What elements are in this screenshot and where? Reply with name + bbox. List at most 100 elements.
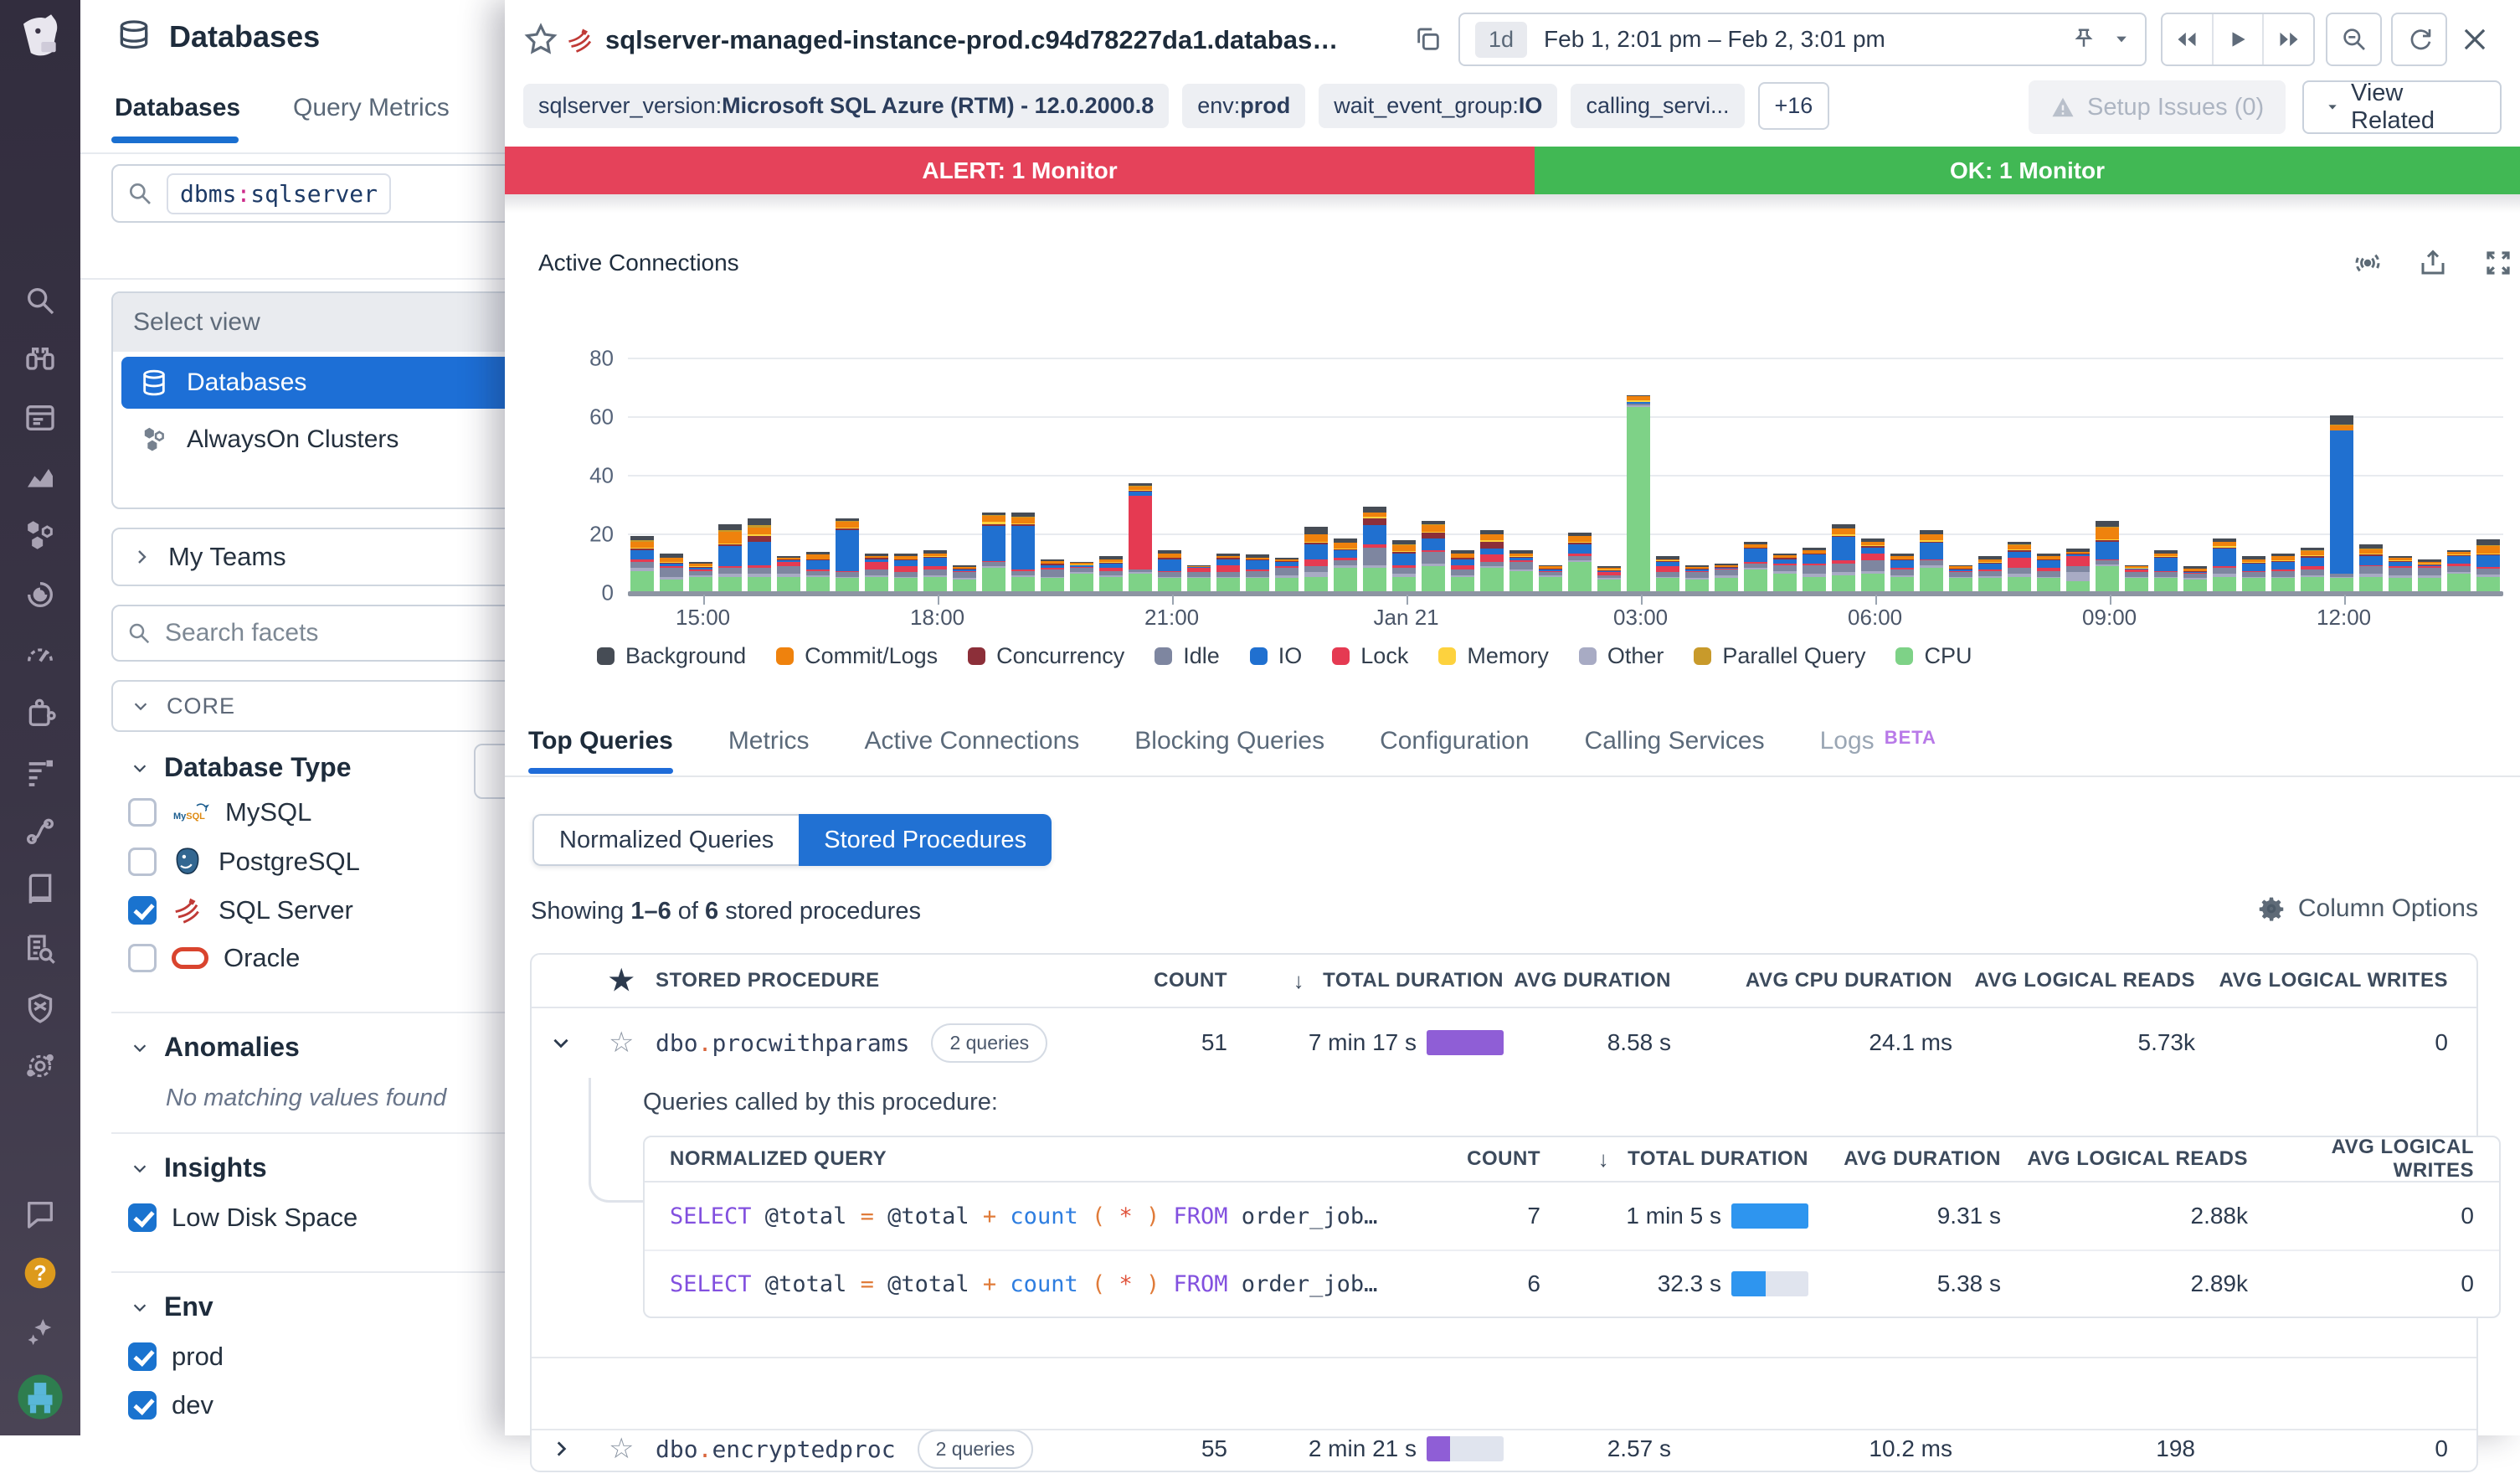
close-panel-icon[interactable]	[2459, 23, 2491, 55]
tags-more-chip[interactable]: +16	[1758, 82, 1830, 130]
tab-active-connections[interactable]: Active Connections	[864, 727, 1079, 774]
tag-chip[interactable]: wait_event_group:IO	[1319, 84, 1557, 128]
zoom-out-button[interactable]	[2326, 13, 2382, 66]
search-icon[interactable]	[23, 284, 57, 317]
time-back-button[interactable]	[2163, 14, 2214, 64]
table-row[interactable]: ☆ dbo.encryptedproc 2 queries 55 2 min 2…	[532, 1414, 2476, 1484]
legend-item-parallel-query[interactable]: Parallel Query	[1694, 643, 1865, 669]
user-avatar[interactable]	[16, 1373, 64, 1421]
caret-down-icon[interactable]	[2113, 31, 2130, 48]
pipelines-icon[interactable]	[23, 755, 57, 789]
tab-query-metrics[interactable]: Query Metrics	[293, 94, 450, 122]
normalized-query-text[interactable]: SELECT @total = @total + count ( * ) FRO…	[645, 1271, 1423, 1297]
legend-item-background[interactable]: Background	[597, 643, 746, 669]
tab-databases[interactable]: Databases	[115, 94, 240, 122]
facet-option-postgresql[interactable]: PostgreSQL	[128, 846, 360, 878]
gauge-icon[interactable]	[23, 637, 57, 671]
checkbox[interactable]	[128, 848, 157, 876]
checkbox-checked[interactable]	[128, 896, 157, 925]
col-avg-logical-writes[interactable]: AVG LOGICAL WRITES	[2248, 1136, 2499, 1183]
facet-database-type[interactable]: Database Type	[131, 752, 352, 783]
view-related-button[interactable]: View Related	[2302, 80, 2502, 134]
normalized-query-text[interactable]: SELECT @total = @total + count ( * ) FRO…	[645, 1203, 1423, 1229]
panel-title[interactable]: sqlserver-managed-instance-prod.c94d7822…	[605, 25, 1338, 55]
notebooks-icon[interactable]	[23, 873, 57, 906]
col-avg-logical-reads[interactable]: AVG LOGICAL READS	[2001, 1147, 2248, 1171]
time-preset-badge[interactable]: 1d	[1475, 22, 1527, 58]
query-row[interactable]: SELECT @total = @total + count ( * ) FRO…	[645, 1183, 2499, 1250]
time-play-button[interactable]	[2214, 14, 2265, 64]
facet-env[interactable]: Env	[131, 1291, 213, 1322]
legend-item-commit-logs[interactable]: Commit/Logs	[776, 643, 938, 669]
related-data-icon[interactable]	[2353, 248, 2383, 278]
refresh-button[interactable]	[2391, 13, 2447, 66]
facet-insights[interactable]: Insights	[131, 1152, 267, 1183]
help-icon[interactable]: ?	[22, 1255, 59, 1291]
synthetics-icon[interactable]	[23, 1049, 57, 1083]
monitor-ok-bar[interactable]: OK: 1 Monitor	[1535, 147, 2520, 194]
ai-sparkles-icon[interactable]	[23, 1315, 57, 1348]
col-avg-duration[interactable]: AVG DURATION	[1808, 1147, 2001, 1171]
metrics-icon[interactable]	[23, 461, 57, 494]
copy-icon[interactable]	[1414, 25, 1443, 54]
tab-metrics[interactable]: Metrics	[728, 727, 810, 774]
query-row[interactable]: SELECT @total = @total + count ( * ) FRO…	[645, 1250, 2499, 1317]
facet-option-low-disk-space[interactable]: Low Disk Space	[128, 1203, 357, 1233]
pin-icon[interactable]	[2071, 27, 2096, 52]
facet-option-dev[interactable]: dev	[128, 1390, 213, 1420]
tag-chip[interactable]: calling_servi...	[1571, 84, 1744, 128]
checkbox-checked[interactable]	[128, 1203, 157, 1232]
col-count[interactable]: COUNT	[1423, 1147, 1540, 1171]
tab-configuration[interactable]: Configuration	[1380, 727, 1529, 774]
col-total-duration[interactable]: ↓TOTAL DURATION	[1227, 968, 1504, 994]
column-options-button[interactable]: Column Options	[2258, 894, 2478, 923]
legend-item-idle[interactable]: Idle	[1155, 643, 1220, 669]
procedure-name[interactable]: dbo.encryptedproc	[656, 1435, 896, 1463]
checkbox-checked[interactable]	[128, 1391, 157, 1420]
view-item-alwayson-clusters[interactable]: AlwaysOn Clusters	[121, 414, 567, 466]
dashboards-icon[interactable]	[23, 401, 57, 435]
log-explorer-icon[interactable]	[23, 932, 57, 966]
table-row[interactable]: ☆ dbo.procwithparams 2 queries 51 7 min …	[532, 1008, 2476, 1077]
facet-option-prod[interactable]: prod	[128, 1342, 224, 1372]
tab-top-queries[interactable]: Top Queries	[528, 727, 673, 774]
expand-row-icon[interactable]	[532, 1438, 609, 1460]
col-stored-procedure[interactable]: STORED PROCEDURE	[656, 969, 1102, 992]
star-column-header[interactable]: ★	[609, 964, 656, 997]
checkbox-checked[interactable]	[128, 1342, 157, 1371]
row-star-icon[interactable]: ☆	[609, 1432, 656, 1466]
tag-chip[interactable]: env:prod	[1182, 84, 1305, 128]
col-avg-cpu-duration[interactable]: AVG CPU DURATION	[1671, 969, 1952, 992]
setup-issues-button[interactable]: Setup Issues (0)	[2029, 80, 2286, 134]
row-star-icon[interactable]: ☆	[609, 1026, 656, 1059]
time-forward-button[interactable]	[2264, 14, 2313, 64]
col-avg-logical-writes[interactable]: AVG LOGICAL WRITES	[2195, 969, 2476, 992]
tab-blocking-queries[interactable]: Blocking Queries	[1134, 727, 1324, 774]
toggle-normalized-queries[interactable]: Normalized Queries	[532, 814, 799, 866]
checkbox[interactable]	[128, 798, 157, 827]
search-token[interactable]: dbms:sqlserver	[167, 173, 391, 214]
legend-item-lock[interactable]: Lock	[1332, 643, 1408, 669]
time-range-picker[interactable]: 1d Feb 1, 2:01 pm – Feb 2, 3:01 pm	[1458, 13, 2147, 66]
queries-count-badge[interactable]: 2 queries	[931, 1023, 1047, 1063]
col-total-duration[interactable]: ↓TOTAL DURATION	[1540, 1146, 1808, 1172]
service-map-icon[interactable]	[23, 814, 57, 848]
legend-item-cpu[interactable]: CPU	[1895, 643, 1972, 669]
datadog-logo[interactable]	[13, 12, 67, 65]
tag-chip[interactable]: sqlserver_version:Microsoft SQL Azure (R…	[523, 84, 1169, 128]
infrastructure-icon[interactable]	[23, 518, 57, 552]
legend-item-concurrency[interactable]: Concurrency	[968, 643, 1124, 669]
facet-anomalies[interactable]: Anomalies	[131, 1032, 300, 1063]
collapse-row-icon[interactable]	[532, 1032, 609, 1054]
facet-option-oracle[interactable]: Oracle	[128, 943, 300, 973]
expand-icon[interactable]	[2483, 248, 2513, 278]
integrations-icon[interactable]	[23, 697, 57, 730]
legend-item-memory[interactable]: Memory	[1438, 643, 1549, 669]
favorite-star-icon[interactable]	[523, 22, 558, 57]
monitor-alert-bar[interactable]: ALERT: 1 Monitor	[505, 147, 1535, 194]
view-item-databases[interactable]: Databases	[121, 357, 567, 409]
tab-calling-services[interactable]: Calling Services	[1585, 727, 1765, 774]
col-normalized-query[interactable]: NORMALIZED QUERY	[645, 1147, 1423, 1171]
chat-icon[interactable]	[23, 1198, 57, 1231]
col-avg-duration[interactable]: AVG DURATION	[1504, 969, 1671, 992]
